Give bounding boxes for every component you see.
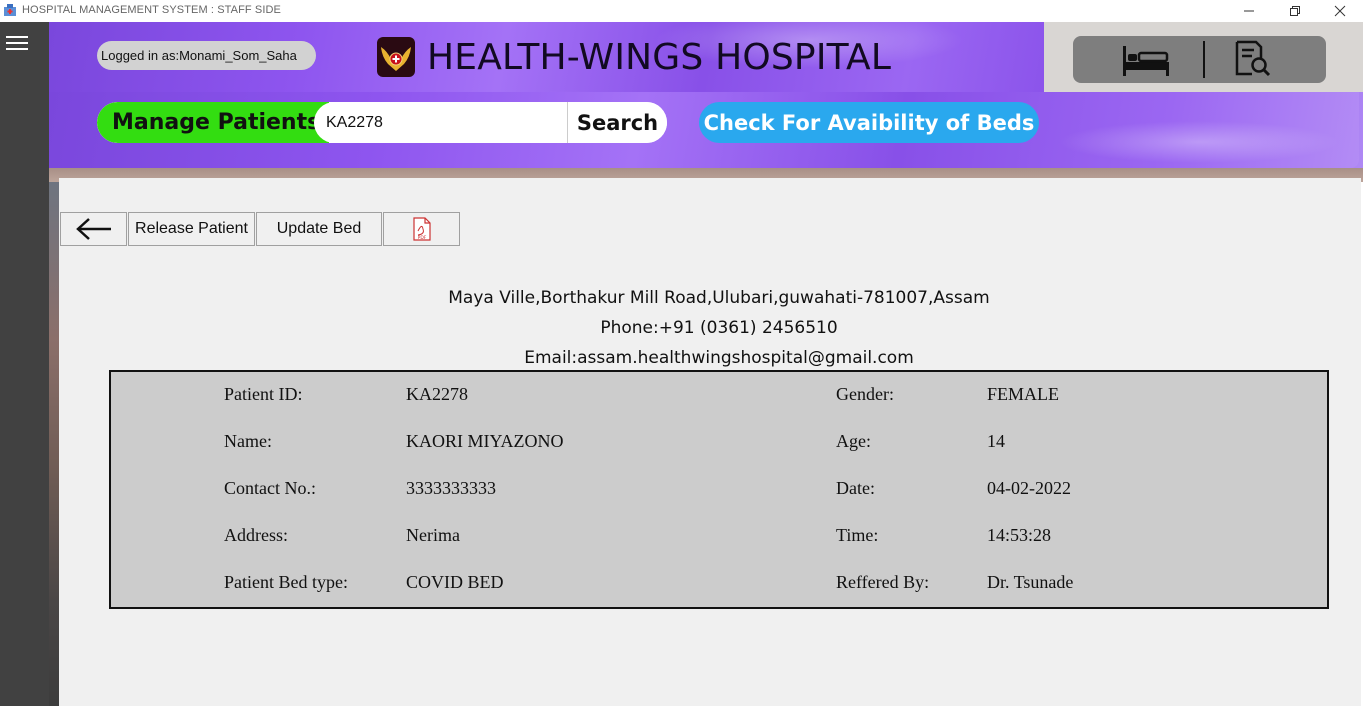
close-button[interactable] [1317,0,1363,22]
sidebar [0,22,49,706]
patient-name-label: Name: [224,431,272,451]
address-label: Address: [224,525,288,545]
referred-by-label: Reffered By: [836,572,930,592]
hospital-logo-icon [377,37,415,77]
minimize-icon [1244,10,1254,12]
age-label: Age: [836,431,871,451]
back-button[interactable] [60,212,127,246]
hospital-email: Email:assam.healthwingshospital@gmail.co… [524,348,914,368]
bed-type-value: COVID BED [406,572,504,592]
gender-value: FEMALE [987,384,1059,404]
time-value: 14:53:28 [987,525,1052,545]
restore-button[interactable] [1272,0,1318,22]
time-label: Time: [836,525,879,545]
hospital-name: HEALTH-WINGS HOSPITAL [427,37,892,78]
bed-icon[interactable] [1121,42,1171,78]
gender-label: Gender: [836,384,894,404]
close-icon [1334,5,1346,17]
manage-patients-label[interactable]: Manage Patients [97,102,329,143]
logged-in-user: Monami_Som_Saha [179,48,297,63]
hospital-address: Maya Ville,Borthakur Mill Road,Ulubari,g… [448,288,990,308]
referred-by-value: Dr. Tsunade [987,572,1074,592]
quick-actions-panel [1073,36,1326,83]
manage-patients-search-bar: Manage Patients Search [97,102,667,143]
back-arrow-icon [75,218,111,240]
logged-in-badge: Logged in as: Monami_Som_Saha [97,41,316,70]
contact-value: 3333333333 [406,478,496,498]
hospital-contact-info: Maya Ville,Borthakur Mill Road,Ulubari,g… [59,283,1363,373]
pdf-icon: PDF [412,217,431,241]
logged-in-label: Logged in as: [101,48,180,63]
date-value: 04-02-2022 [987,478,1071,498]
age-value: 14 [987,431,1005,451]
address-value: Nerima [406,525,460,545]
update-bed-button[interactable]: Update Bed [256,212,382,246]
minimize-button[interactable] [1226,0,1272,22]
patient-id-value: KA2278 [406,384,468,404]
patient-name-value: KAORI MIYAZONO [406,431,564,451]
panel-divider [1203,41,1205,78]
hospital-app-icon [4,4,16,16]
patient-id-label: Patient ID: [224,384,303,404]
release-patient-button[interactable]: Release Patient [128,212,255,246]
bed-type-label: Patient Bed type: [224,572,348,592]
window-title: HOSPITAL MANAGEMENT SYSTEM : STAFF SIDE [22,4,281,16]
report-search-icon[interactable] [1234,40,1272,78]
restore-icon [1290,6,1300,16]
hospital-phone: Phone:+91 (0361) 2456510 [600,318,838,338]
patient-search-input[interactable] [314,102,567,143]
date-label: Date: [836,478,875,498]
hamburger-menu-icon[interactable] [6,35,28,51]
svg-text:PDF: PDF [417,235,426,241]
check-bed-availability-button[interactable]: Check For Avaibility of Beds [699,102,1039,143]
export-pdf-button[interactable]: PDF [383,212,460,246]
contact-label: Contact No.: [224,478,316,498]
search-button[interactable]: Search [567,102,667,143]
window-title-bar: HOSPITAL MANAGEMENT SYSTEM : STAFF SIDE [0,0,1363,22]
